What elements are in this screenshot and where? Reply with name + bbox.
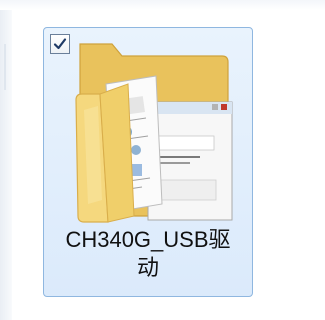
- folder-name-line-2: 动: [136, 255, 159, 280]
- folder-icon[interactable]: [72, 40, 242, 225]
- item-select-checkbox[interactable]: [50, 34, 70, 54]
- folder-name-line-1: CH340G_USB驱: [65, 227, 231, 252]
- top-border: [0, 0, 325, 10]
- left-pane-separator: [4, 44, 6, 90]
- folder-name-label[interactable]: CH340G_USB驱 动: [45, 226, 251, 282]
- checkmark-icon: [53, 38, 67, 50]
- left-pane-edge: [0, 10, 12, 320]
- explorer-view: CH340G_USB驱 动: [0, 0, 325, 320]
